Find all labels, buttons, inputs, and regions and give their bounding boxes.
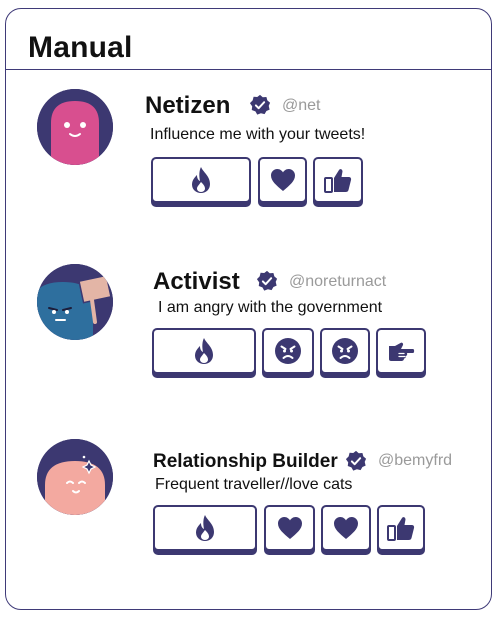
angry-reaction-button[interactable] [262, 328, 314, 374]
angry-face-icon [275, 338, 301, 364]
angry-face-icon [332, 338, 358, 364]
heart-icon [270, 169, 295, 191]
fire-reaction-button[interactable] [153, 505, 257, 551]
verified-badge-icon [345, 450, 367, 471]
profile-handle: @bemyfrd [378, 452, 453, 469]
fire-icon [192, 167, 210, 193]
heart-reaction-button[interactable] [264, 505, 315, 551]
profile-name: Netizen [145, 92, 231, 119]
heart-reaction-button[interactable] [321, 505, 371, 551]
profile-bio: Influence me with your tweets! [150, 126, 366, 143]
heart-icon [277, 517, 302, 539]
avatar-relationship-builder [37, 439, 113, 515]
verified-badge-icon [256, 270, 278, 291]
thumbs-up-icon [324, 169, 352, 193]
card-title: Manual [28, 31, 133, 64]
profile-handle: @net [282, 97, 321, 114]
fire-icon [195, 338, 213, 364]
fire-icon [196, 515, 214, 541]
profile-bio: I am angry with the government [158, 299, 383, 316]
pointing-hand-icon [389, 342, 415, 361]
pointing-reaction-button[interactable] [376, 328, 426, 374]
angry-reaction-button[interactable] [320, 328, 370, 374]
thumbs-up-icon [387, 517, 415, 541]
thumbs-up-reaction-button[interactable] [377, 505, 425, 551]
heart-reaction-button[interactable] [258, 157, 307, 203]
profile-bio: Frequent traveller//love cats [155, 476, 353, 493]
thumbs-up-reaction-button[interactable] [313, 157, 363, 203]
profile-name: Activist [153, 268, 240, 295]
profile-name: Relationship Builder [153, 451, 338, 472]
avatar-netizen [37, 89, 113, 165]
profile-handle: @noreturnact [289, 273, 387, 290]
verified-badge-icon [249, 94, 271, 115]
avatar-activist [37, 264, 113, 340]
fire-reaction-button[interactable] [151, 157, 251, 203]
heart-icon [334, 517, 358, 539]
title-divider [6, 69, 491, 70]
fire-reaction-button[interactable] [152, 328, 256, 374]
